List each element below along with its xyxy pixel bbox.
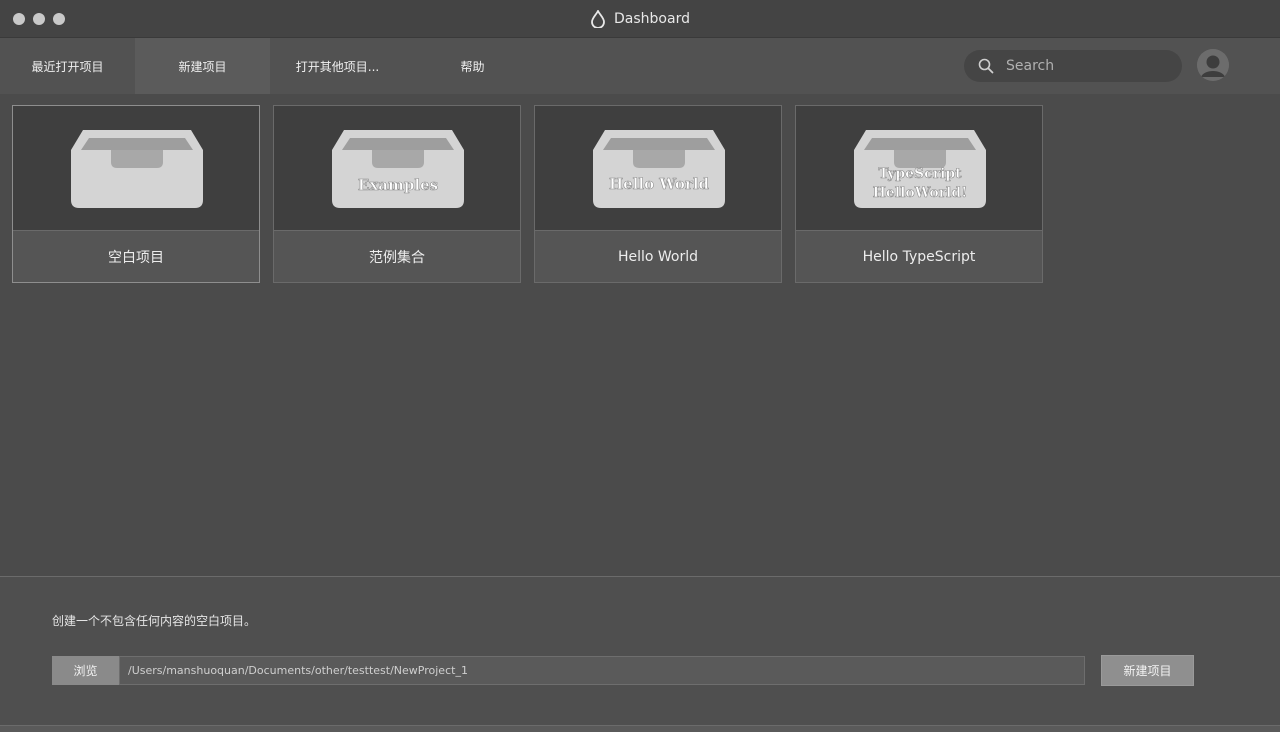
tab-help[interactable]: 帮助 (405, 38, 540, 94)
tray-icon: Hello World (593, 130, 725, 208)
thumb-text: Examples (358, 176, 438, 194)
template-thumbnail: TypeScript HelloWorld! (796, 106, 1042, 231)
search-icon (978, 58, 994, 74)
search-box[interactable] (964, 50, 1182, 82)
thumb-text-line1: TypeScript (878, 166, 962, 182)
tab-label: 最近打开项目 (31, 59, 104, 74)
tray-icon: TypeScript HelloWorld! (854, 130, 986, 208)
user-avatar[interactable] (1197, 49, 1229, 81)
template-description: 创建一个不包含任何内容的空白项目。 (52, 614, 257, 628)
tab-label: 打开其他项目... (295, 59, 380, 74)
project-path-field[interactable] (119, 656, 1085, 685)
template-card-examples[interactable]: Examples 范例集合 (273, 105, 521, 283)
tray-icon: Examples (332, 130, 464, 208)
tab-new-project[interactable]: 新建项目 (135, 38, 270, 94)
template-thumbnail: Hello World (535, 106, 781, 231)
user-icon (1197, 49, 1229, 81)
template-card-blank[interactable]: 空白项目 (12, 105, 260, 283)
tab-label: 帮助 (460, 59, 485, 74)
tab-label: 新建项目 (178, 59, 227, 74)
window-title-text: Dashboard (614, 11, 690, 27)
tray-icon (71, 130, 203, 208)
create-project-button[interactable]: 新建项目 (1101, 655, 1194, 686)
template-name: Hello World (617, 249, 699, 265)
top-toolbar: 最近打开项目 新建项目 打开其他项目... 帮助 (0, 38, 1280, 94)
dashboard-window: Dashboard 最近打开项目 新建项目 打开其他项目... 帮助 Searc… (0, 0, 1280, 732)
template-name: 范例集合 (369, 250, 425, 266)
bottom-panel: 创建一个不包含任何内容的空白项目。 浏览 新建项目 (0, 577, 1280, 725)
thumb-text: Hello World (609, 175, 710, 193)
template-name: Hello TypeScript (862, 249, 976, 265)
thumb-text-line2: HelloWorld! (873, 185, 968, 201)
template-thumbnail: Examples (274, 106, 520, 231)
template-thumbnail (13, 106, 259, 231)
template-card-hello-world[interactable]: Hello World Hello World (534, 105, 782, 283)
footer-divider (0, 725, 1280, 732)
browse-button[interactable]: 浏览 (52, 656, 119, 685)
app-drop-icon (591, 10, 605, 28)
title-bar: Dashboard (0, 0, 1280, 38)
template-name: 空白项目 (108, 250, 164, 266)
search-input[interactable] (1006, 58, 1166, 74)
window-title: Dashboard (0, 10, 1280, 28)
tab-open-other-project[interactable]: 打开其他项目... (270, 38, 405, 94)
tab-recent-projects[interactable]: 最近打开项目 (0, 38, 135, 94)
template-card-hello-typescript[interactable]: TypeScript HelloWorld! Hello TypeScript (795, 105, 1043, 283)
